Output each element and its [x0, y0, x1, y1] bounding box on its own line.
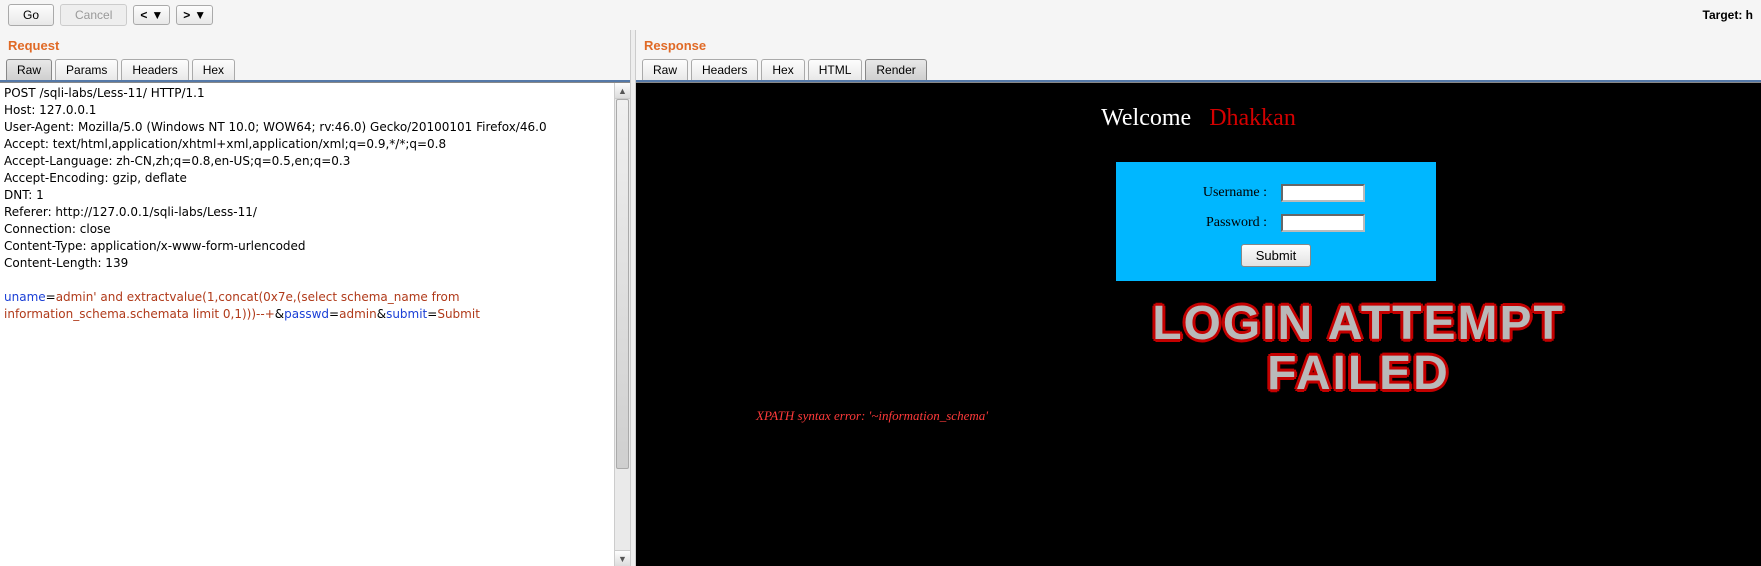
history-back-button[interactable]: < ▼ [133, 5, 170, 25]
password-input[interactable] [1281, 214, 1365, 232]
password-label: Password : [1187, 215, 1267, 231]
fail-line-1: LOGIN ATTEMPT [956, 299, 1761, 349]
welcome-name: Dhakkan [1209, 105, 1296, 131]
chevron-left-icon: < [140, 8, 147, 22]
history-forward-button[interactable]: > ▼ [176, 5, 213, 25]
rendered-page: Welcome Dhakkan Username : Password : Su… [636, 82, 1761, 566]
dropdown-caret-icon: ▼ [151, 8, 163, 22]
param-value: Submit [437, 307, 480, 321]
response-pane: Response Raw Headers Hex HTML Render Wel… [636, 30, 1761, 566]
request-title: Request [0, 30, 630, 59]
target-label: Target: h [1703, 8, 1753, 22]
tab-raw[interactable]: Raw [6, 59, 52, 80]
fail-line-2: FAILED [956, 349, 1761, 399]
username-input[interactable] [1281, 184, 1365, 202]
request-tabs: Raw Params Headers Hex [0, 59, 630, 82]
param-name: passwd [284, 307, 329, 321]
scroll-track[interactable] [615, 99, 630, 550]
login-failed-banner: LOGIN ATTEMPT FAILED [636, 299, 1761, 400]
param-value: admin [339, 307, 377, 321]
tab-headers[interactable]: Headers [121, 59, 188, 80]
login-submit-button[interactable]: Submit [1241, 244, 1311, 267]
top-toolbar: Go Cancel < ▼ > ▼ Target: h [0, 0, 1761, 30]
tab-raw[interactable]: Raw [642, 59, 688, 80]
dropdown-caret-icon: ▼ [194, 8, 206, 22]
tab-hex[interactable]: Hex [192, 59, 235, 80]
tab-headers[interactable]: Headers [691, 59, 758, 80]
response-title: Response [636, 30, 1761, 59]
scroll-down-icon[interactable]: ▼ [615, 550, 630, 566]
username-label: Username : [1187, 185, 1267, 201]
tab-html[interactable]: HTML [808, 59, 863, 80]
param-name: submit [386, 307, 427, 321]
xpath-error-message: XPATH syntax error: '~information_schema… [756, 408, 1761, 424]
tab-render[interactable]: Render [865, 59, 926, 80]
cancel-button: Cancel [60, 4, 127, 26]
response-tabs: Raw Headers Hex HTML Render [636, 59, 1761, 82]
request-headers-text: POST /sqli-labs/Less-11/ HTTP/1.1 Host: … [4, 86, 547, 270]
scroll-up-icon[interactable]: ▲ [615, 83, 630, 99]
amp: & [275, 307, 284, 321]
request-pane: Request Raw Params Headers Hex POST /sql… [0, 30, 630, 566]
tab-hex[interactable]: Hex [761, 59, 804, 80]
scroll-thumb[interactable] [616, 99, 629, 469]
go-button[interactable]: Go [8, 4, 54, 26]
login-form: Username : Password : Submit [1116, 162, 1436, 281]
welcome-heading: Welcome Dhakkan [636, 83, 1761, 162]
welcome-text: Welcome [1101, 105, 1191, 131]
param-name: uname [4, 290, 46, 304]
tab-params[interactable]: Params [55, 59, 118, 80]
chevron-right-icon: > [183, 8, 190, 22]
request-editor[interactable]: POST /sqli-labs/Less-11/ HTTP/1.1 Host: … [0, 83, 614, 566]
request-scrollbar[interactable]: ▲ ▼ [614, 83, 630, 566]
amp: & [377, 307, 386, 321]
